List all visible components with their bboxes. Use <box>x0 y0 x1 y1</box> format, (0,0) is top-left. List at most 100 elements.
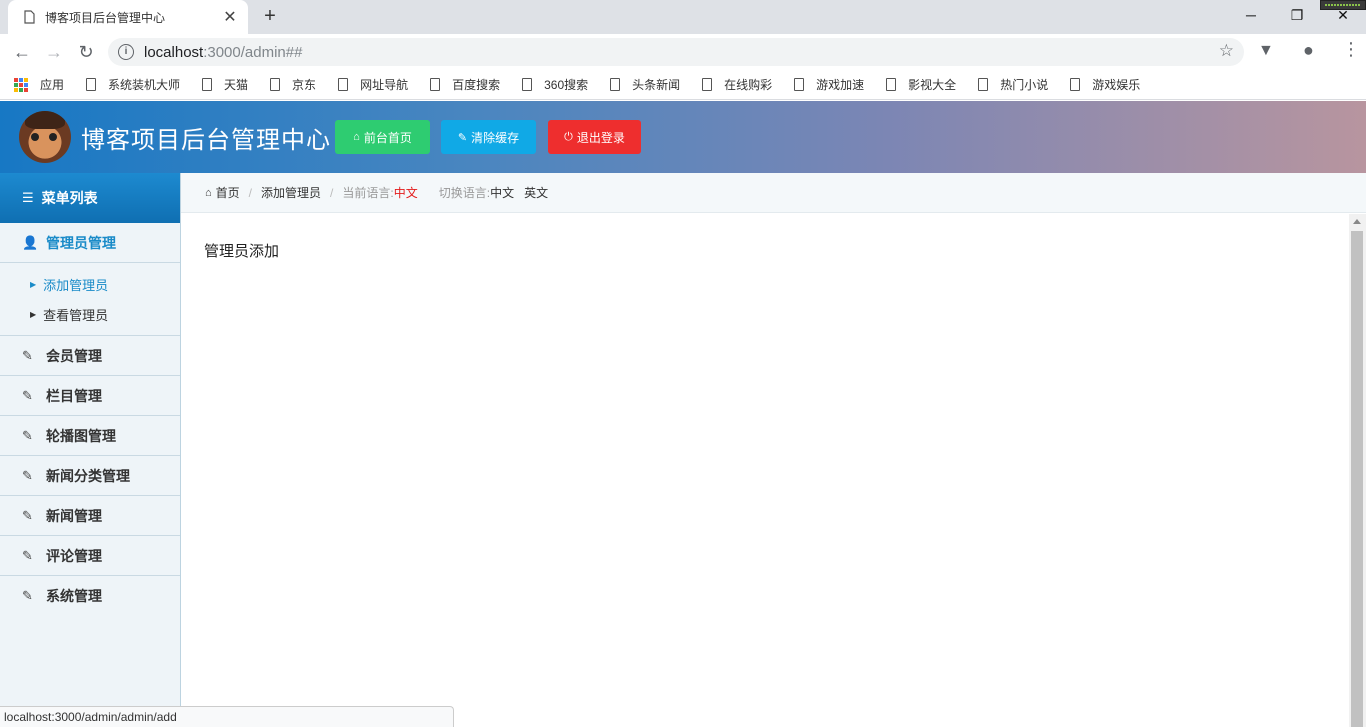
edit-icon: ✎ <box>22 387 33 403</box>
bookmark-label: 游戏娱乐 <box>1092 78 1141 92</box>
sidebar-item-carousel[interactable]: ✎ 轮播图管理 <box>0 416 180 456</box>
wrench-icon: ✎ <box>457 131 468 144</box>
breadcrumb-separator: / <box>248 185 253 200</box>
sidebar-item-label: 评论管理 <box>46 547 102 564</box>
bookmark-label: 热门小说 <box>1000 78 1049 92</box>
sidebar-item-news[interactable]: ✎ 新闻管理 <box>0 496 180 536</box>
forward-arrow-icon[interactable]: → <box>41 40 67 64</box>
bookmark-apps[interactable]: 应用 <box>14 76 64 93</box>
bookmark-item[interactable]: 天猫 <box>202 76 248 93</box>
bookmark-item[interactable]: 360搜索 <box>522 76 588 93</box>
browser-tab[interactable]: 博客项目后台管理中心 ✕ <box>8 0 248 34</box>
sidebar-item-label: 管理员管理 <box>46 234 116 251</box>
vertical-scrollbar[interactable] <box>1349 214 1366 727</box>
info-icon[interactable]: i <box>118 44 134 60</box>
current-language-label: 当前语言: <box>342 186 394 200</box>
sidebar-item-comments[interactable]: ✎ 评论管理 <box>0 536 180 576</box>
sidebar-subitem-view-admin[interactable]: ▶ 查看管理员 <box>0 299 180 329</box>
breadcrumb: ⌂ 首页 / 添加管理员 / 当前语言: 中文 切换语言: 中文 英文 <box>181 173 1366 213</box>
logout-button[interactable]: ⏻ 退出登录 <box>548 120 641 154</box>
sidebar-item-label: 栏目管理 <box>46 387 102 404</box>
bookmarks-bar: 应用 系统装机大师 天猫 京东 网址导航 百度搜索 360搜索 头条新闻 在线购… <box>0 70 1366 100</box>
bookmark-item[interactable]: 百度搜索 <box>430 76 500 93</box>
bookmark-label: 游戏加速 <box>816 78 865 92</box>
sidebar-subitem-label: 添加管理员 <box>43 277 109 293</box>
browser-tab-strip: 博客项目后台管理中心 ✕ + ─ ❐ ✕ <box>0 0 1366 34</box>
list-icon: ☰ <box>22 190 34 205</box>
sidebar: ☰ 菜单列表 👤 管理员管理 ▶ 添加管理员 ▶ 查看管理员 ✎ 会员管理 ✎ 栏目… <box>0 173 181 727</box>
bookmark-item[interactable]: 京东 <box>270 76 316 93</box>
sidebar-item-news-category[interactable]: ✎ 新闻分类管理 <box>0 456 180 496</box>
breadcrumb-home-link[interactable]: 首页 <box>216 184 240 201</box>
main-content: 管理员添加 <box>181 214 1349 727</box>
scroll-up-arrow-icon[interactable] <box>1353 219 1361 224</box>
current-language-value: 中文 <box>393 186 418 200</box>
bookmark-label: 头条新闻 <box>632 78 681 92</box>
switch-language-label: 切换语言: <box>438 186 491 200</box>
bookmark-item[interactable]: 在线购彩 <box>702 76 772 93</box>
maximize-button[interactable]: ❐ <box>1274 0 1320 30</box>
user-icon: 👤 <box>22 234 39 250</box>
button-label: 前台首页 <box>363 130 412 145</box>
edit-icon: ✎ <box>22 467 33 483</box>
page-title: 管理员添加 <box>204 243 280 260</box>
breadcrumb-current: 添加管理员 <box>261 186 322 200</box>
bookmark-item[interactable]: 游戏娱乐 <box>1070 76 1140 93</box>
caret-right-icon: ▶ <box>30 279 37 289</box>
page-icon <box>886 78 897 91</box>
admin-submenu: ▶ 添加管理员 ▶ 查看管理员 <box>0 263 180 336</box>
close-tab-icon[interactable]: ✕ <box>222 7 238 27</box>
address-bar[interactable]: i localhost:3000/admin## ☆ <box>108 38 1244 66</box>
clear-cache-button[interactable]: ✎ 清除缓存 <box>441 120 536 154</box>
frontend-home-button[interactable]: ⌂ 前台首页 <box>335 120 430 154</box>
page-icon <box>202 78 213 91</box>
page-icon <box>1070 78 1081 91</box>
page-icon <box>430 78 441 91</box>
tab-title: 博客项目后台管理中心 <box>45 10 166 25</box>
site-title: 博客项目后台管理中心 <box>81 127 331 154</box>
sidebar-item-admin[interactable]: 👤 管理员管理 <box>0 223 180 263</box>
sidebar-item-columns[interactable]: ✎ 栏目管理 <box>0 376 180 416</box>
bookmark-item[interactable]: 游戏加速 <box>794 76 864 93</box>
url-path: :3000/admin## <box>203 43 303 61</box>
sidebar-item-system[interactable]: ✎ 系统管理 <box>0 576 180 616</box>
switch-language-en-link[interactable]: 英文 <box>524 184 548 201</box>
menu-heading: ☰ 菜单列表 <box>0 173 180 223</box>
page-icon <box>978 78 989 91</box>
sidebar-item-label: 新闻管理 <box>46 507 102 524</box>
reload-icon[interactable]: ↻ <box>73 40 99 64</box>
bookmark-item[interactable]: 热门小说 <box>978 76 1048 93</box>
page-icon <box>24 10 35 24</box>
sidebar-subitem-add-admin[interactable]: ▶ 添加管理员 <box>0 269 180 299</box>
sidebar-item-members[interactable]: ✎ 会员管理 <box>0 336 180 376</box>
home-icon: ⌂ <box>205 186 212 199</box>
extension-icon[interactable]: ▼ <box>1258 42 1274 60</box>
bookmark-star-icon[interactable]: ☆ <box>1219 41 1234 61</box>
page-icon <box>338 78 349 91</box>
bookmark-item[interactable]: 系统装机大师 <box>86 76 180 93</box>
breadcrumb-separator: / <box>330 185 334 200</box>
minimize-button[interactable]: ─ <box>1228 0 1274 30</box>
sidebar-item-label: 新闻分类管理 <box>46 467 130 484</box>
page-icon <box>610 78 621 91</box>
account-icon[interactable]: ● <box>1303 40 1314 61</box>
url-host: localhost <box>144 43 204 61</box>
page-icon <box>794 78 805 91</box>
bookmark-label: 网址导航 <box>360 78 409 92</box>
new-tab-button[interactable]: + <box>258 4 282 28</box>
bookmark-item[interactable]: 网址导航 <box>338 76 408 93</box>
scrollbar-thumb[interactable] <box>1351 231 1363 727</box>
page-icon <box>522 78 533 91</box>
edit-icon: ✎ <box>22 347 33 363</box>
bookmark-item[interactable]: 头条新闻 <box>610 76 680 93</box>
edit-icon: ✎ <box>22 507 33 523</box>
sidebar-item-label: 轮播图管理 <box>46 427 116 444</box>
bookmark-label: 京东 <box>292 78 317 92</box>
bookmark-label: 天猫 <box>224 78 249 92</box>
back-arrow-icon[interactable]: ← <box>9 40 35 64</box>
menu-kebab-icon[interactable]: ⋮ <box>1342 39 1360 60</box>
switch-language-zh-link[interactable]: 中文 <box>490 184 514 201</box>
sidebar-item-label: 会员管理 <box>46 347 102 364</box>
edit-icon: ✎ <box>22 588 33 603</box>
bookmark-item[interactable]: 影视大全 <box>886 76 956 93</box>
